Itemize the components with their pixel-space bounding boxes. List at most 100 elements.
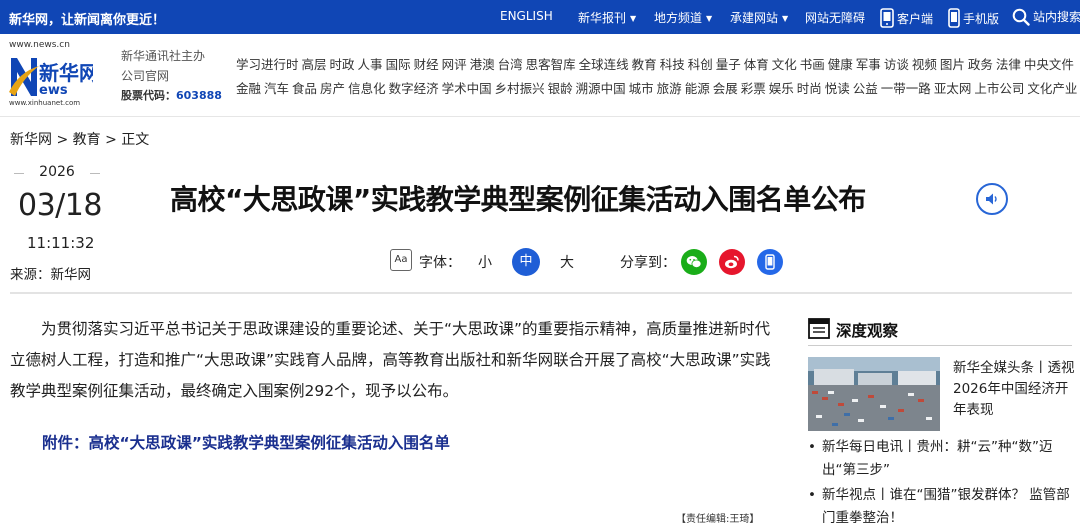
channel-link[interactable]: 中央文件	[1024, 57, 1074, 72]
channel-link[interactable]: 文化	[772, 57, 797, 72]
article-title: 高校“大思政课”实践教学典型案例征集活动入围名单公布	[170, 183, 866, 216]
logo-url-top: www.news.cn	[9, 40, 70, 50]
stock-value: 603888	[176, 89, 222, 102]
channel-link[interactable]: 高层	[302, 57, 327, 72]
client-app-link[interactable]: 客户端	[880, 8, 933, 28]
nav-english-label: ENGLISH	[500, 9, 553, 23]
channel-link[interactable]: 能源	[685, 81, 710, 96]
channel-link[interactable]: 政务	[968, 57, 993, 72]
site-slogan: 新华网，让新闻离你更近！	[9, 13, 166, 28]
channel-link[interactable]: 国际	[386, 57, 411, 72]
channel-link[interactable]: 健康	[828, 57, 853, 72]
channel-link[interactable]: 教育	[632, 57, 657, 72]
site-logo[interactable]: www.news.cn 新华网 ews www.xinhuanet.com	[9, 40, 93, 108]
feature-caption[interactable]: 新华全媒头条丨透视2026年中国经济开年表现	[953, 358, 1075, 421]
font-small-button[interactable]: 小	[478, 252, 492, 272]
channel-link[interactable]: 旅游	[657, 81, 682, 96]
attachment-link[interactable]: 附件：高校“大思政课”实践教学典型案例征集活动入围名单	[42, 431, 450, 453]
channel-link[interactable]: 量子	[716, 57, 741, 72]
channel-link[interactable]: 图片	[940, 57, 965, 72]
font-large-button[interactable]: 大	[560, 252, 574, 272]
site-search-button[interactable]: 站内搜索	[1012, 8, 1080, 26]
list-item[interactable]: 新华视点丨谁在“围猎”银发群体？ 监管部门重拳整治！	[806, 484, 1076, 530]
nav-english[interactable]: ENGLISH	[500, 9, 553, 23]
channel-link[interactable]: 全球连线	[579, 57, 629, 72]
channel-link[interactable]: 体育	[744, 57, 769, 72]
nav-newspapers[interactable]: 新华报刊 ▼	[578, 9, 636, 26]
chevron-down-icon: ▼	[782, 14, 789, 23]
channel-link[interactable]: 房产	[320, 81, 345, 96]
channel-link[interactable]: 文化产业	[1027, 81, 1077, 96]
top-bar: 新华网，让新闻离你更近！ ENGLISH 新华报刊 ▼ 地方频道 ▼ 承建网站 ▼ 网…	[0, 0, 1080, 34]
phone-icon	[765, 254, 775, 270]
channel-link[interactable]: 一带一路	[881, 81, 931, 96]
nav-barrier-free[interactable]: 网站无障碍	[805, 9, 865, 26]
tablet-icon	[880, 8, 894, 28]
channel-link[interactable]: 时政	[330, 57, 355, 72]
channel-link[interactable]: 台湾	[498, 57, 523, 72]
mobile-version-link[interactable]: 手机版	[948, 8, 999, 28]
channel-link[interactable]: 思客智库	[526, 57, 576, 72]
wechat-icon	[686, 256, 702, 268]
channel-link[interactable]: 港澳	[470, 57, 495, 72]
org-line-2: 公司官网	[121, 69, 170, 83]
sidebar-title: 深度观察	[836, 322, 899, 340]
channel-link[interactable]: 会展	[713, 81, 738, 96]
channel-link[interactable]: 数字经济	[389, 81, 439, 96]
publish-time: 11:11:32	[27, 234, 95, 252]
channel-link[interactable]: 视频	[912, 57, 937, 72]
channel-link[interactable]: 学术中国	[442, 81, 492, 96]
speaker-icon	[986, 193, 997, 205]
share-mobile-button[interactable]	[757, 249, 783, 275]
breadcrumb[interactable]: 新华网 > 教育 > 正文	[10, 129, 149, 149]
channel-link[interactable]: 学习进行时	[236, 57, 299, 72]
weibo-icon	[725, 255, 739, 269]
channel-link[interactable]: 财经	[414, 57, 439, 72]
channel-link[interactable]: 上市公司	[974, 81, 1024, 96]
channel-link[interactable]: 悦读	[825, 81, 850, 96]
channel-link[interactable]: 乡村振兴	[495, 81, 545, 96]
share-label: 分享到：	[620, 255, 676, 271]
channel-link[interactable]: 娱乐	[769, 81, 794, 96]
newspaper-icon	[808, 318, 830, 339]
stock-code: 股票代码：603888	[121, 86, 222, 106]
channel-link[interactable]: 公益	[853, 81, 878, 96]
channel-link[interactable]: 银龄	[548, 81, 573, 96]
channel-link[interactable]: 军事	[856, 57, 881, 72]
channel-link[interactable]: 金融	[236, 81, 261, 96]
logo-url-bottom: www.xinhuanet.com	[9, 99, 81, 107]
read-aloud-button[interactable]	[976, 183, 1008, 215]
channel-link[interactable]: 溯源中国	[576, 81, 626, 96]
channel-link[interactable]: 信息化	[348, 81, 386, 96]
font-medium-button[interactable]: 中	[512, 248, 540, 276]
list-item[interactable]: 新华每日电讯丨贵州：耕“云”种“数”迈出“第三步”	[806, 436, 1076, 482]
channel-link[interactable]: 科创	[688, 57, 713, 72]
nav-hosted-sites[interactable]: 承建网站 ▼	[730, 9, 788, 26]
chevron-down-icon: ▼	[630, 14, 637, 23]
svg-text:ews: ews	[39, 83, 68, 98]
feature-thumbnail[interactable]	[808, 357, 940, 431]
channel-link[interactable]: 书画	[800, 57, 825, 72]
channel-link[interactable]: 彩票	[741, 81, 766, 96]
share-wechat-button[interactable]	[681, 249, 707, 275]
channel-link[interactable]: 人事	[358, 57, 383, 72]
channel-link[interactable]: 科技	[660, 57, 685, 72]
channel-link[interactable]: 访谈	[884, 57, 909, 72]
publish-year: 2026	[14, 164, 100, 180]
xinhua-logo-mark: 新华网 ews	[9, 58, 93, 98]
channel-link[interactable]: 汽车	[264, 81, 289, 96]
publish-date: 03/18	[18, 188, 102, 223]
article-body: 为贯彻落实习近平总书记关于思政课建设的重要论述、关于“大思政课”的重要指示精神，…	[10, 320, 771, 400]
channel-link[interactable]: 食品	[292, 81, 317, 96]
channel-link[interactable]: 法律	[996, 57, 1021, 72]
channel-link[interactable]: 时尚	[797, 81, 822, 96]
channel-link[interactable]: 城市	[629, 81, 654, 96]
channel-link[interactable]: 亚太网	[934, 81, 972, 96]
org-info: 新华通讯社主办 公司官网 股票代码：603888	[121, 46, 222, 106]
nav-local-channels[interactable]: 地方频道 ▼	[654, 9, 712, 26]
channel-link[interactable]: 网评	[442, 57, 467, 72]
search-icon	[1012, 8, 1030, 26]
barrier-free-label: 网站无障碍	[805, 11, 866, 25]
share-weibo-button[interactable]	[719, 249, 745, 275]
sidebar-list: 新华每日电讯丨贵州：耕“云”种“数”迈出“第三步” 新华视点丨谁在“围猎”银发群…	[806, 436, 1076, 531]
